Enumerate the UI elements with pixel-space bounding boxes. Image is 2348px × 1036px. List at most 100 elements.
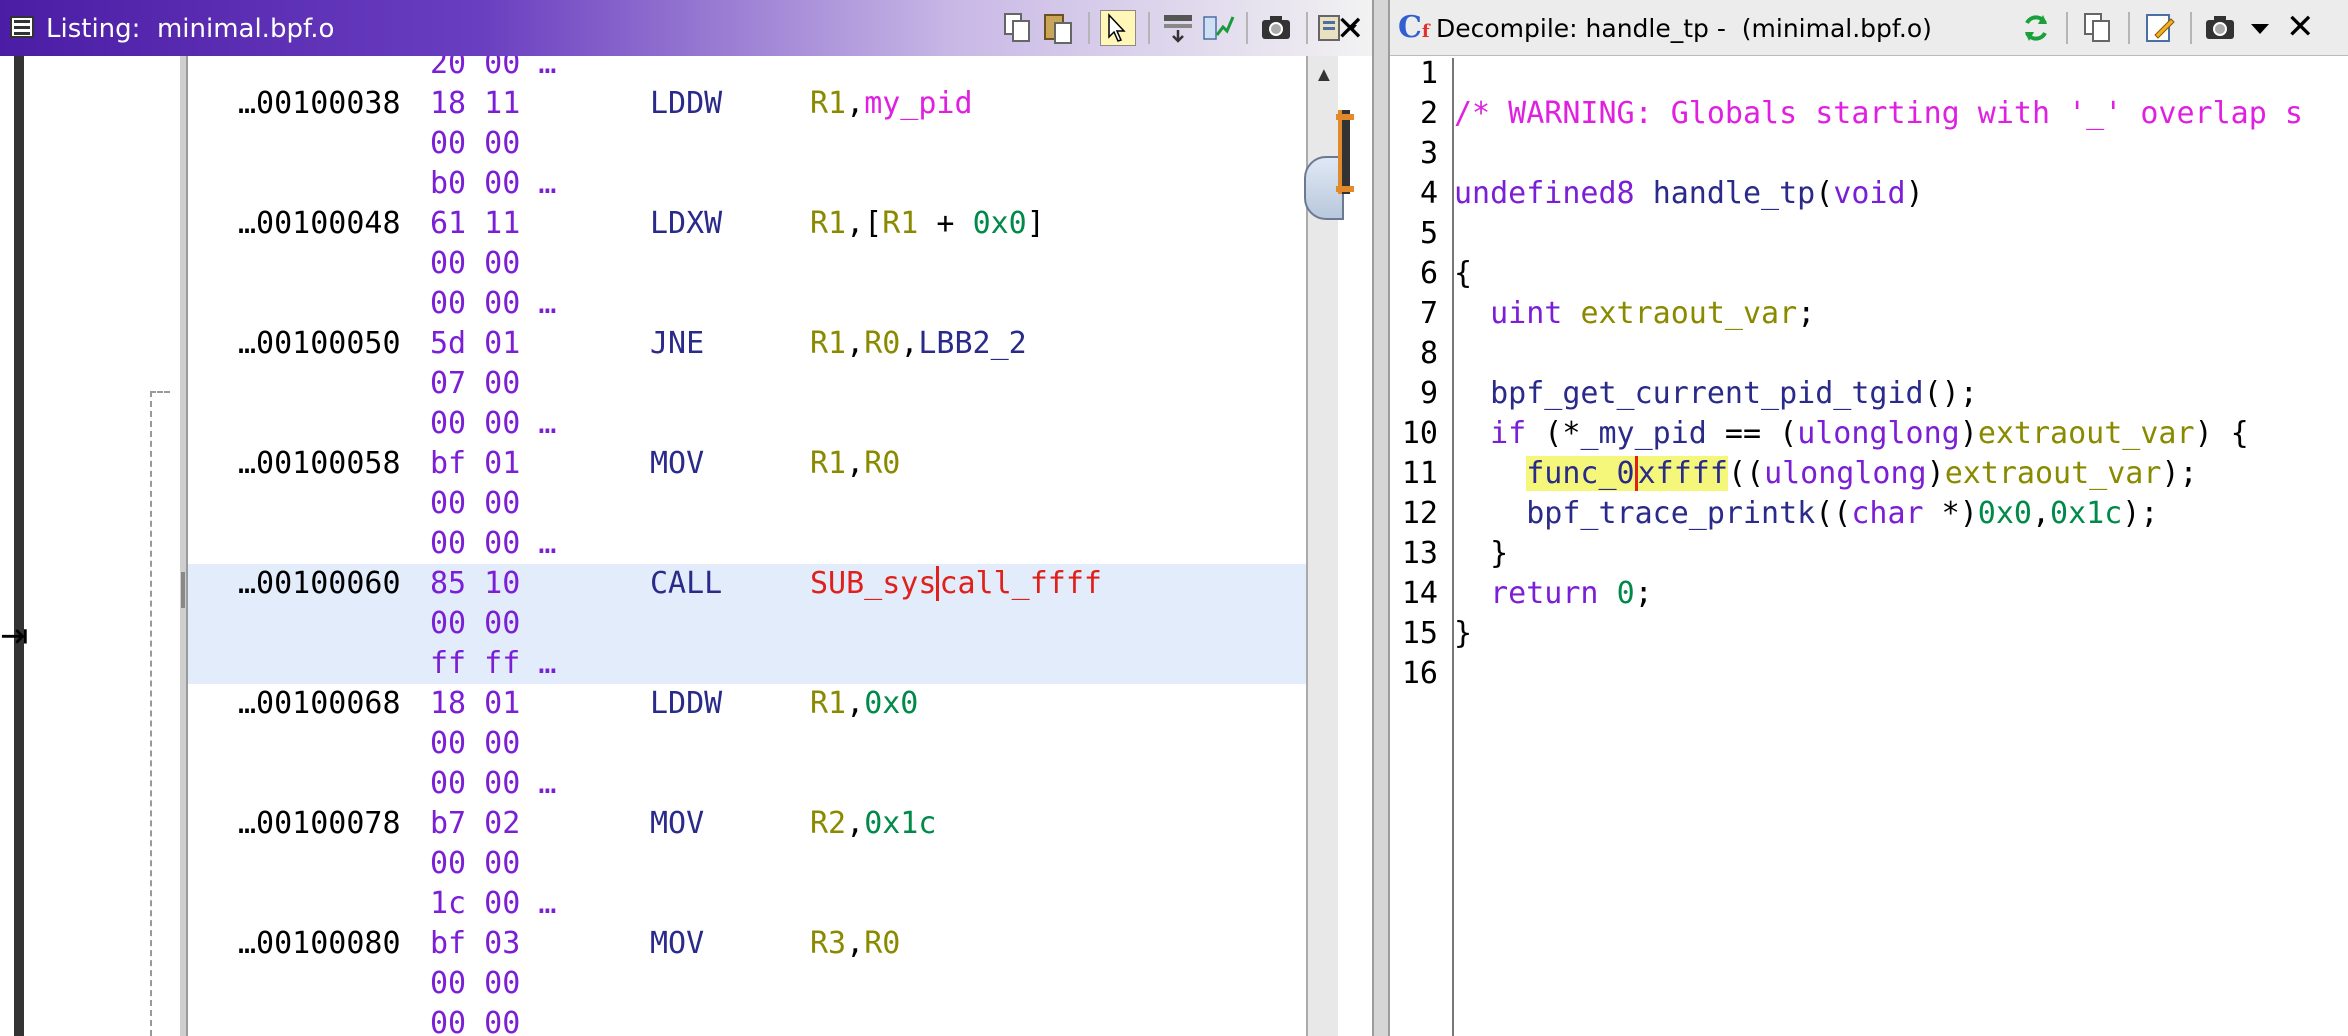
- listing-row[interactable]: …00100060 85 10 CALL SUB_sys call_ffff: [188, 564, 1306, 604]
- code-line[interactable]: if (*_my_pid == (ulonglong)extraout_var)…: [1454, 414, 2249, 454]
- edit-icon[interactable]: [2142, 10, 2178, 46]
- overview-bar[interactable]: [1338, 110, 1350, 194]
- line-number: 4: [1419, 176, 1438, 211]
- decompile-copy-icon[interactable]: [2080, 10, 2116, 46]
- listing-row[interactable]: 20 00 …: [188, 56, 1306, 84]
- listing-row[interactable]: …00100050 5d 01 JNE R1,R0,LBB2_2: [188, 324, 1306, 364]
- listing-row[interactable]: 00 00 …: [188, 764, 1306, 804]
- operands[interactable]: R1,R0: [810, 444, 900, 484]
- code-line[interactable]: }: [1454, 614, 1472, 654]
- listing-row[interactable]: 1c 00 …: [188, 884, 1306, 924]
- listing-row[interactable]: …00100068 18 01 LDDW R1,0x0: [188, 684, 1306, 724]
- operand-token: ,: [846, 926, 865, 961]
- listing-code-area[interactable]: 20 00 … …00100038 18 11 LDDW R1,my_pid 00 00 b…: [188, 56, 1306, 1036]
- code-token: ((: [1727, 456, 1765, 492]
- paste-icon[interactable]: [1040, 10, 1076, 46]
- listing-row[interactable]: 07 00: [188, 364, 1306, 404]
- listing-row[interactable]: 00 00: [188, 964, 1306, 1004]
- instruction-bytes: 00 00: [430, 1006, 521, 1036]
- operands[interactable]: R1,R0,LBB2_2: [810, 324, 1027, 364]
- address: …00100050: [238, 326, 401, 361]
- code-token: bpf_trace_printk: [1526, 496, 1816, 532]
- operand-token: R1: [810, 446, 847, 481]
- overview-marker: [1336, 114, 1354, 120]
- code-line[interactable]: undefined8 handle_tp(void): [1454, 174, 1924, 214]
- decompiled-code-area[interactable]: /* WARNING: Globals starting with '_' ov…: [1454, 58, 2348, 1036]
- listing-row[interactable]: 00 00 …: [188, 524, 1306, 564]
- operand-token: R1: [810, 206, 847, 241]
- instruction-bytes: ff ff …: [430, 646, 557, 681]
- operand-token: R3: [810, 926, 847, 961]
- code-token: _my_pid: [1580, 416, 1707, 452]
- code-line[interactable]: return 0;: [1454, 574, 1653, 614]
- code-line[interactable]: uint extraout_var;: [1454, 294, 1815, 334]
- mnemonic: JNE: [650, 326, 705, 361]
- listing-vertical-scrollbar[interactable]: ▲: [1304, 56, 1344, 1036]
- select-cursor-icon[interactable]: [1100, 10, 1136, 46]
- listing-row[interactable]: b0 00 …: [188, 164, 1306, 204]
- decompile-snapshot-icon[interactable]: [2202, 10, 2238, 46]
- instruction-bytes: 18 11: [430, 86, 521, 121]
- listing-row[interactable]: 00 00 …: [188, 284, 1306, 324]
- listing-row[interactable]: …00100048 61 11 LDXW R1,[R1 + 0x0]: [188, 204, 1306, 244]
- decompile-titlebar: Cf Decompile: handle_tp - (minimal.bpf.o…: [1390, 0, 2348, 56]
- code-token: void: [1833, 176, 1906, 211]
- line-number: 10: [1401, 416, 1438, 452]
- listing-row[interactable]: 00 00 …: [188, 404, 1306, 444]
- operand-token: 0x1c: [864, 806, 937, 841]
- code-token: (: [1815, 176, 1834, 211]
- operands[interactable]: R1,my_pid: [810, 84, 973, 124]
- decompile-close-icon[interactable]: ✕: [2286, 10, 2315, 44]
- code-line[interactable]: }: [1454, 534, 1508, 574]
- copy-icon[interactable]: [1000, 10, 1036, 46]
- field-layout-icon[interactable]: [1160, 10, 1196, 46]
- listing-splitter[interactable]: [180, 56, 188, 1036]
- listing-row[interactable]: 00 00: [188, 844, 1306, 884]
- listing-row[interactable]: 00 00: [188, 604, 1306, 644]
- mnemonic: CALL: [650, 566, 723, 601]
- listing-row[interactable]: 00 00: [188, 1004, 1306, 1036]
- diff-view-icon[interactable]: [1200, 10, 1236, 46]
- code-line[interactable]: /* WARNING: Globals starting with '_' ov…: [1454, 94, 2303, 134]
- listing-row[interactable]: 00 00: [188, 484, 1306, 524]
- code-line[interactable]: func_0 xffff((ulonglong)extraout_var);: [1454, 454, 2198, 494]
- code-token: if: [1490, 416, 1527, 452]
- operands[interactable]: R3,R0: [810, 924, 900, 964]
- overview-marker: [1336, 186, 1354, 192]
- snapshot-icon[interactable]: [1258, 10, 1294, 46]
- listing-row[interactable]: 00 00: [188, 124, 1306, 164]
- code-line[interactable]: bpf_get_current_pid_tgid();: [1454, 374, 1978, 414]
- code-line[interactable]: bpf_trace_printk((char *)0x0,0x1c);: [1454, 494, 2158, 534]
- operands[interactable]: SUB_sys call_ffff: [810, 564, 1102, 604]
- code-token: ;: [1634, 576, 1653, 612]
- dropdown-icon[interactable]: [2242, 10, 2278, 46]
- listing-row[interactable]: …00100038 18 11 LDDW R1,my_pid: [188, 84, 1306, 124]
- instruction-bytes: bf 03: [430, 926, 521, 961]
- listing-row[interactable]: …00100080 bf 03 MOV R3,R0: [188, 924, 1306, 964]
- panel-divider[interactable]: [1372, 0, 1390, 1036]
- code-token: 0x1c: [2050, 496, 2123, 532]
- operands[interactable]: R1,0x0: [810, 684, 918, 724]
- listing-row[interactable]: 00 00: [188, 724, 1306, 764]
- instruction-bytes: 00 00 …: [430, 286, 557, 321]
- operand-token: call_ffff: [936, 566, 1102, 601]
- operands[interactable]: R2,0x1c: [810, 804, 936, 844]
- operand-token: ,: [846, 326, 865, 361]
- refresh-icon[interactable]: [2018, 10, 2054, 46]
- line-number: 5: [1419, 216, 1438, 252]
- resize-arrow-icon[interactable]: ⇥: [0, 616, 29, 656]
- listing-row[interactable]: …00100058 bf 01 MOV R1,R0: [188, 444, 1306, 484]
- listing-row[interactable]: …00100078 b7 02 MOV R2,0x1c: [188, 804, 1306, 844]
- listing-row[interactable]: 00 00: [188, 244, 1306, 284]
- scroll-up-icon[interactable]: ▲: [1314, 64, 1334, 87]
- code-line[interactable]: {: [1454, 254, 1472, 294]
- code-token: *): [1923, 496, 1978, 532]
- operands[interactable]: R1,[R1 + 0x0]: [810, 204, 1045, 244]
- listing-row[interactable]: ff ff …: [188, 644, 1306, 684]
- instruction-bytes: b7 02: [430, 806, 521, 841]
- close-icon[interactable]: ✕: [1336, 12, 1365, 46]
